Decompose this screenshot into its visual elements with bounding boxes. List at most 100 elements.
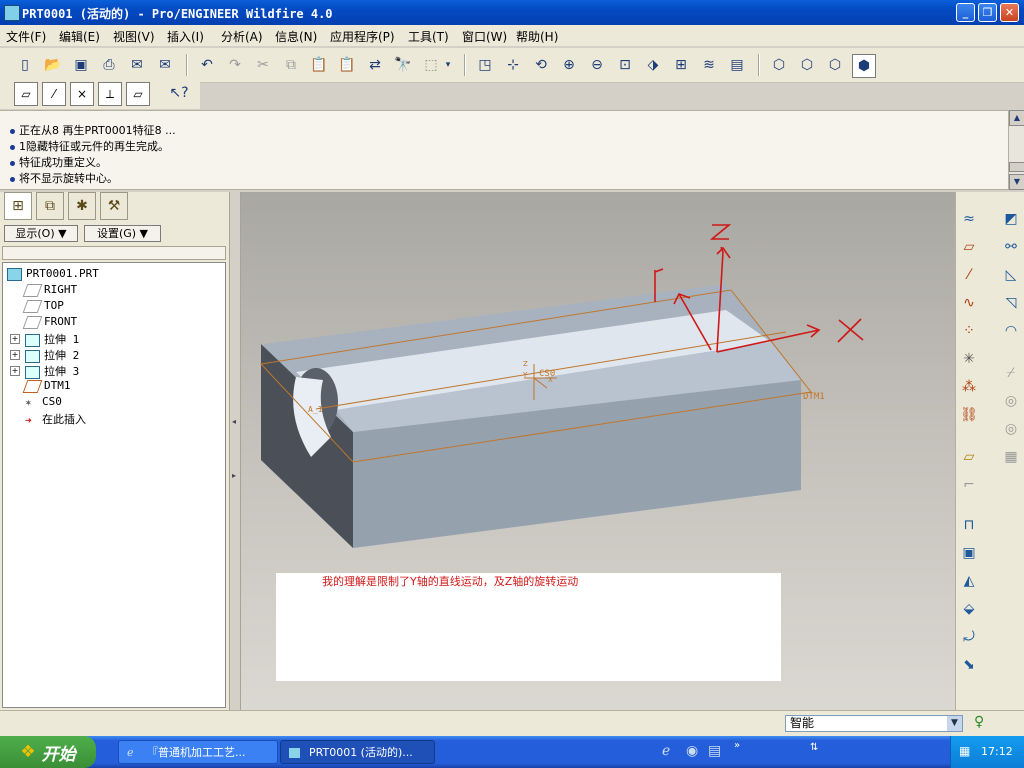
orient-mode-icon[interactable]: ⟲ — [530, 54, 552, 76]
context-help-icon[interactable]: ↖? — [168, 82, 190, 104]
draft-icon[interactable]: ◹ — [1000, 292, 1022, 314]
toolbar-expand-icon[interactable]: ⇅ — [810, 742, 818, 753]
tree-item[interactable]: 拉伸 1 — [25, 331, 79, 347]
chevron-down-icon[interactable]: ▼ — [947, 716, 962, 731]
tree-item[interactable]: DTM1 — [22, 379, 71, 393]
scroll-thumb[interactable] — [1009, 162, 1024, 172]
menu-edit[interactable]: 编辑(E) — [59, 28, 100, 45]
tree-item[interactable]: FRONT — [22, 315, 77, 329]
no-hidden-icon[interactable]: ⬡ — [824, 54, 846, 76]
sweep-tool-icon[interactable]: ◭ — [958, 570, 980, 592]
datum-point-display-icon[interactable]: × — [70, 82, 94, 106]
annotation-display-icon[interactable]: ▱ — [126, 82, 150, 106]
selection-box-icon[interactable]: ⬚ — [420, 54, 442, 76]
paste-special-icon[interactable]: 📋 — [336, 54, 358, 76]
round-icon[interactable]: ◠ — [1000, 320, 1022, 342]
folder-browser-tab-icon[interactable]: ⧉ — [36, 192, 64, 220]
datum-axis-display-icon[interactable]: ⁄ — [42, 82, 66, 106]
datum-point-tool-icon[interactable]: ⁘ — [958, 320, 980, 342]
undo-icon[interactable]: ↶ — [196, 54, 218, 76]
csys-display-icon[interactable]: ⟂ — [98, 82, 122, 106]
refit-icon[interactable]: ⊡ — [614, 54, 636, 76]
quicklaunch-browser-icon[interactable]: ℯ — [662, 743, 670, 759]
expand-icon[interactable]: + — [10, 334, 20, 344]
rib-icon[interactable]: ◺ — [1000, 264, 1022, 286]
spin-center-icon[interactable]: ⊹ — [502, 54, 524, 76]
expand-icon[interactable]: + — [10, 350, 20, 360]
extrude-tool-icon[interactable]: ⊓ — [958, 514, 980, 536]
print-icon[interactable]: ⎙ — [98, 54, 120, 76]
trim-icon[interactable]: ◎ — [1000, 418, 1022, 440]
clock[interactable]: 17:12 — [981, 745, 1013, 758]
redo-icon[interactable]: ↷ — [224, 54, 246, 76]
shading-icon[interactable]: ⬢ — [852, 54, 876, 78]
revolve-tool-icon[interactable]: ▣ — [958, 542, 980, 564]
reorient-icon[interactable]: ⬗ — [642, 54, 664, 76]
graphics-window[interactable]: Z Y X CS0 A_1 DTM1 我的理解是限制了Y轴的直线运动，及Z轴的旋… — [241, 192, 955, 710]
email-attach-icon[interactable]: ✉ — [154, 54, 176, 76]
datum-curve-tool-icon[interactable]: ∿ — [958, 292, 980, 314]
menu-tools[interactable]: 工具(T) — [408, 28, 449, 45]
copy-icon[interactable]: ⧉ — [280, 54, 302, 76]
hidden-line-icon[interactable]: ⬡ — [796, 54, 818, 76]
open-folder-icon[interactable]: 📂 — [42, 54, 64, 76]
layers-icon[interactable]: ≋ — [698, 54, 720, 76]
save-icon[interactable]: ▣ — [70, 54, 92, 76]
panel-splitter[interactable]: ◂ ▸ — [229, 192, 241, 710]
expand-right-icon[interactable]: ▸ — [232, 471, 236, 480]
sketch-datum-curve-icon[interactable]: ≈ — [958, 208, 980, 230]
zoom-out-icon[interactable]: ⊖ — [586, 54, 608, 76]
quicklaunch-ie-icon[interactable]: ◉ — [686, 743, 698, 759]
regenerate-icon[interactable]: ⇄ — [364, 54, 386, 76]
menu-analysis[interactable]: 分析(A) — [221, 28, 263, 45]
tree-item[interactable]: TOP — [22, 299, 64, 313]
message-scrollbar[interactable]: ▲ ▼ — [1008, 110, 1024, 190]
email-icon[interactable]: ✉ — [126, 54, 148, 76]
mirror-icon[interactable]: ⌿ — [1000, 362, 1022, 384]
repaint-icon[interactable]: ◳ — [474, 54, 496, 76]
datum-plane-tool-icon[interactable]: ▱ — [958, 236, 980, 258]
quicklaunch-more-icon[interactable]: » — [734, 740, 740, 751]
selection-filter[interactable]: 智能 ▼ — [785, 715, 963, 732]
menu-insert[interactable]: 插入(I) — [167, 28, 204, 45]
menu-window[interactable]: 窗口(W) — [462, 28, 507, 45]
menu-applications[interactable]: 应用程序(P) — [330, 28, 395, 45]
menu-file[interactable]: 文件(F) — [6, 28, 46, 45]
cut-icon[interactable]: ✂ — [252, 54, 274, 76]
restore-button[interactable]: ❐ — [978, 3, 997, 22]
chevron-down-icon[interactable]: ▾ — [442, 54, 454, 76]
settings-dropdown[interactable]: 设置(G) ▼ — [84, 225, 161, 242]
tree-item[interactable]: 拉伸 3 — [25, 363, 79, 379]
datum-axis-tool-icon[interactable]: ⁄ — [958, 264, 980, 286]
tree-item[interactable]: ➜ 在此插入 — [25, 411, 86, 427]
view-manager-icon[interactable]: ▤ — [726, 54, 748, 76]
menu-help[interactable]: 帮助(H) — [516, 28, 558, 45]
variable-sweep-icon[interactable]: ⤾ — [958, 626, 980, 648]
favorites-tab-icon[interactable]: ✱ — [68, 192, 96, 220]
sketch-tool-icon[interactable]: ▱ — [958, 446, 980, 468]
saved-views-icon[interactable]: ⊞ — [670, 54, 692, 76]
boundary-blend-icon[interactable]: ⬊ — [958, 654, 980, 676]
csys-tool-icon[interactable]: ✳ — [958, 348, 980, 370]
sketch-disabled-icon[interactable]: ⌐ — [958, 474, 980, 496]
find-icon[interactable]: 🔭 — [392, 54, 414, 76]
taskbar-item-browser[interactable]: ℯ 『普通机加工工艺... — [118, 740, 278, 764]
pattern-icon[interactable]: ▦ — [1000, 446, 1022, 468]
scroll-up-icon[interactable]: ▲ — [1009, 110, 1024, 126]
taskbar-item-proe[interactable]: PRT0001 (活动的)... — [280, 740, 435, 764]
model-tree-tab-icon[interactable]: ⊞ — [4, 192, 32, 220]
menu-view[interactable]: 视图(V) — [113, 28, 155, 45]
tree-item[interactable]: RIGHT — [22, 283, 77, 297]
tree-item[interactable]: ✶ CS0 — [25, 395, 62, 408]
new-file-icon[interactable]: ▯ — [14, 54, 36, 76]
analysis-feature-icon[interactable]: ⁂ — [958, 376, 980, 398]
menu-info[interactable]: 信息(N) — [275, 28, 317, 45]
hole-icon[interactable]: ◩ — [1000, 208, 1022, 230]
tree-item[interactable]: 拉伸 2 — [25, 347, 79, 363]
expand-icon[interactable]: + — [10, 366, 20, 376]
tree-item[interactable]: PRT0001.PRT — [7, 267, 99, 281]
network-icon[interactable]: ▦ — [959, 744, 970, 758]
wireframe-icon[interactable]: ⬡ — [768, 54, 790, 76]
start-button[interactable]: ❖ 开始 — [0, 736, 96, 768]
blend-tool-icon[interactable]: ⬙ — [958, 598, 980, 620]
